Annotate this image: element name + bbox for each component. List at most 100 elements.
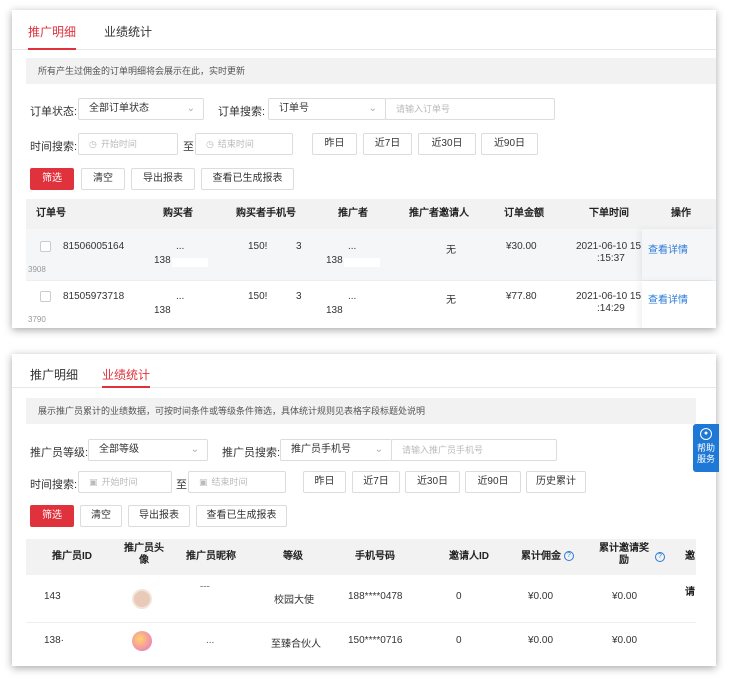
order-amount: ¥77.80 xyxy=(506,291,537,302)
col-promoter-inviter: 推广者邀请人 xyxy=(409,208,469,219)
buyer-id: 138 xyxy=(154,255,171,266)
promoter-search-label: 推广员搜索: xyxy=(222,447,281,459)
info-notice: 展示推广员累计的业绩数据，可按时间条件或等级条件筛选，具体统计规则见表格字段标题… xyxy=(26,398,696,424)
order-date: 2021-06-10 15 xyxy=(576,241,642,252)
help-circle-icon[interactable]: ? xyxy=(655,552,665,562)
order-search-type-value: 订单号 xyxy=(279,103,309,114)
end-time-placeholder: 结束时间 xyxy=(217,139,254,149)
chevron-down-icon: ⌄ xyxy=(190,444,199,455)
last-7-days-button[interactable]: 近7日 xyxy=(352,471,400,493)
active-tab-indicator xyxy=(28,48,76,50)
date-range-separator: 至 xyxy=(183,141,194,153)
promoter-search-type-select[interactable]: 推广员手机号 ⌄ xyxy=(280,439,392,461)
col-promoter-nickname: 推广员昵称 xyxy=(186,551,236,562)
buyer-name: ... xyxy=(176,241,185,252)
col-phone: 手机号码 xyxy=(355,551,395,562)
view-details-link[interactable]: 查看详情 xyxy=(648,241,688,256)
actions-cell: 查看详情 xyxy=(642,281,716,328)
order-number-tail: 3908 xyxy=(28,265,46,274)
tab-promotion-detail[interactable]: 推广明细 xyxy=(28,23,76,40)
view-generated-reports-button[interactable]: 查看已生成报表 xyxy=(201,168,294,190)
buyer-name: ... xyxy=(176,291,185,302)
buyer-phone: 150! xyxy=(248,291,268,302)
export-report-button[interactable]: 导出报表 xyxy=(131,168,195,190)
order-number: 81505973718 xyxy=(63,291,125,302)
info-notice: 所有产生过佣金的订单明细将会展示在此，实时更新 xyxy=(26,58,716,84)
last-30-days-button[interactable]: 近30日 xyxy=(418,133,476,155)
all-time-button[interactable]: 历史累计 xyxy=(526,471,586,493)
last-90-days-button[interactable]: 近90日 xyxy=(465,471,521,493)
buyer-id: 138 xyxy=(154,305,171,316)
col-total-commission: 累计佣金? xyxy=(521,539,574,575)
col-order-no: 订单号 xyxy=(36,208,66,219)
time-search-label: 时间搜索: xyxy=(30,141,78,153)
promoter-level-select[interactable]: 全部等级 ⌄ xyxy=(88,439,208,461)
promoter-phone: 150****0716 xyxy=(348,635,403,646)
last-30-days-button[interactable]: 近30日 xyxy=(405,471,460,493)
promoter-id: 138 xyxy=(326,255,343,266)
calendar-icon: ▣ xyxy=(199,477,208,487)
promoter-phone-placeholder: 请输入推广员手机号 xyxy=(402,445,484,455)
promoter-inviter: 无 xyxy=(446,295,456,306)
start-time-input[interactable]: ◷ 开始时间 xyxy=(78,133,178,155)
promoter-id: 138 xyxy=(326,305,343,316)
yesterday-button[interactable]: 昨日 xyxy=(312,133,357,155)
tab-performance-stats[interactable]: 业绩统计 xyxy=(104,23,152,40)
col-promoter: 推广者 xyxy=(338,208,368,219)
clock-icon: ◷ xyxy=(89,139,97,149)
col-promoter-avatar: 推广员头像 xyxy=(124,543,164,566)
export-report-button[interactable]: 导出报表 xyxy=(128,505,190,527)
order-search-label: 订单搜索: xyxy=(218,106,266,118)
order-search-type-select[interactable]: 订单号 ⌄ xyxy=(268,98,386,120)
table-row: 81505973718 3790 ... 138 150! 3 ... 138 … xyxy=(26,281,716,328)
help-circle-icon[interactable]: ? xyxy=(564,551,574,562)
filter-button[interactable]: 筛选 xyxy=(30,505,74,527)
inviter-id: 0 xyxy=(456,635,462,646)
headset-icon: ● xyxy=(700,428,712,440)
order-date: 2021-06-10 15 xyxy=(576,291,642,302)
help-service-button[interactable]: ● 帮助 服务 xyxy=(693,424,719,472)
promoter-phone: 188****0478 xyxy=(348,591,403,602)
buyer-phone-tail: 3 xyxy=(296,241,302,252)
start-time-placeholder: 开始时间 xyxy=(101,477,138,487)
promoter-phone-input[interactable]: 请输入推广员手机号 xyxy=(391,439,557,461)
redaction-mask xyxy=(172,258,208,267)
row-checkbox[interactable] xyxy=(40,291,51,302)
end-time-input[interactable]: ◷ 结束时间 xyxy=(195,133,293,155)
row-checkbox[interactable] xyxy=(40,241,51,252)
table-row: 81506005164 3908 ... 138 150! 3 ... 138 … xyxy=(26,229,716,281)
inviter-id: 0 xyxy=(456,591,462,602)
buyer-phone-tail: 3 xyxy=(296,291,302,302)
yesterday-button[interactable]: 昨日 xyxy=(303,471,346,493)
col-total-commission-label: 累计佣金 xyxy=(521,551,561,562)
view-details-link[interactable]: 查看详情 xyxy=(648,291,688,306)
clear-button[interactable]: 清空 xyxy=(80,505,122,527)
col-actions: 操作 xyxy=(671,208,691,219)
last-90-days-button[interactable]: 近90日 xyxy=(481,133,538,155)
tab-promotion-detail[interactable]: 推广明细 xyxy=(30,366,78,383)
filter-button[interactable]: 筛选 xyxy=(30,168,74,190)
chevron-down-icon: ⌄ xyxy=(374,444,383,455)
start-time-input[interactable]: ▣ 开始时间 xyxy=(78,471,172,493)
total-commission: ¥0.00 xyxy=(528,635,554,646)
promoter-level-value: 全部等级 xyxy=(99,444,139,455)
clear-button[interactable]: 清空 xyxy=(81,168,125,190)
tab-bar: 推广明细 业绩统计 xyxy=(12,354,716,388)
table-row: 138· ... 至臻合伙人 150****0716 0 ¥0.00 ¥0.00 xyxy=(26,623,696,666)
order-status-select[interactable]: 全部订单状态 ⌄ xyxy=(78,98,204,120)
view-generated-reports-button[interactable]: 查看已生成报表 xyxy=(196,505,287,527)
help-label-line2: 服务 xyxy=(696,454,715,464)
total-invite-reward: ¥0.00 xyxy=(612,635,638,646)
order-number-input[interactable]: 请输入订单号 xyxy=(385,98,555,120)
total-invite-reward: ¥0.00 xyxy=(612,591,638,602)
order-table-header: 订单号 购买者 购买者手机号 推广者 推广者邀请人 订单金额 下单时间 操作 xyxy=(26,199,716,229)
last-7-days-button[interactable]: 近7日 xyxy=(363,133,412,155)
chevron-down-icon: ⌄ xyxy=(368,103,377,114)
promoter-id: 138· xyxy=(44,635,65,646)
end-time-input[interactable]: ▣ 结束时间 xyxy=(188,471,286,493)
tab-performance-stats[interactable]: 业绩统计 xyxy=(102,366,150,383)
avatar xyxy=(132,631,152,651)
stats-table-header: 推广员ID 推广员头像 推广员昵称 等级 手机号码 邀请人ID 累计佣金? 累计… xyxy=(26,539,696,598)
buyer-phone: 150! xyxy=(248,241,268,252)
col-buyer-phone: 购买者手机号 xyxy=(236,208,296,219)
